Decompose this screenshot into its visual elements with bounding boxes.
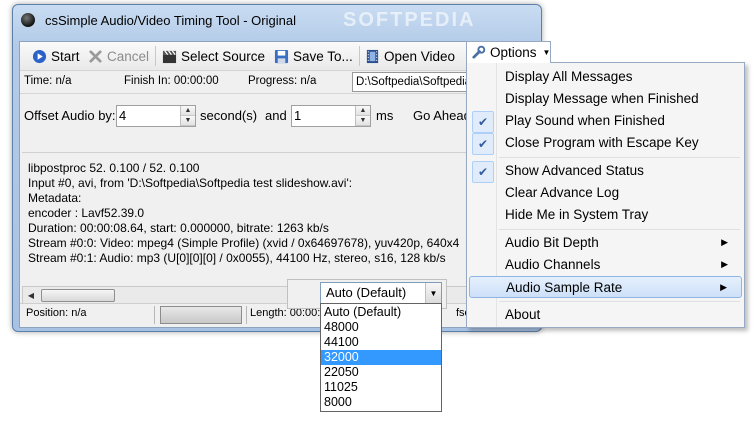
scroll-left-icon[interactable]: ◀ [23, 287, 39, 303]
select-source-label: Select Source [181, 48, 266, 64]
check-icon: ✔ [472, 111, 494, 133]
submenu-arrow-icon: ▶ [720, 282, 727, 292]
menu-item-audio-bit-depth[interactable]: Audio Bit Depth ▶ [469, 232, 742, 254]
menu-item-display-all-messages[interactable]: Display All Messages [469, 66, 742, 88]
finish-in-status: Finish In: 00:00:00 [124, 75, 219, 87]
status-row: Time: n/a Finish In: 00:00:00 Progress: … [20, 71, 536, 94]
app-bomb-icon [21, 13, 35, 27]
status-bar: Position: n/a Length: 00:00:08 fset is [20, 303, 536, 326]
start-button[interactable]: Start [32, 46, 80, 66]
seconds-label: second(s) [200, 108, 258, 123]
stepper-arrows[interactable]: ▲ ▼ [180, 106, 195, 126]
open-video-button[interactable]: Open Video ▼ [365, 46, 473, 66]
watermark: SOFTPEDIA [343, 9, 476, 31]
menu-item-audio-sample-rate[interactable]: Audio Sample Rate ▶ [469, 276, 742, 298]
floppy-disk-icon [274, 49, 289, 63]
menu-separator [499, 229, 740, 230]
offset-seconds-value: 4 [119, 108, 127, 123]
save-to-label: Save To... [293, 48, 353, 64]
options-menu-button[interactable]: Options ▼ [466, 41, 551, 63]
spin-down-icon[interactable]: ▼ [356, 116, 370, 126]
menu-separator [499, 301, 740, 302]
status-divider [154, 306, 155, 324]
spin-up-icon[interactable]: ▲ [356, 106, 370, 116]
options-menu: Display All Messages Display Message whe… [466, 62, 745, 328]
app-window: csSimple Audio/Video Timing Tool - Origi… [12, 4, 542, 332]
cancel-label: Cancel [107, 48, 150, 64]
window-title: csSimple Audio/Video Timing Tool - Origi… [45, 13, 296, 28]
cancel-button[interactable]: Cancel [88, 46, 149, 66]
spin-up-icon[interactable]: ▲ [181, 106, 195, 116]
toolbar: Start Cancel Select Source Save To... Op… [20, 42, 536, 71]
client-area: Start Cancel Select Source Save To... Op… [19, 41, 537, 328]
check-icon: ✔ [472, 161, 494, 183]
log-line: Stream #0:1: Audio: mp3 (U[0][0][0] / 0x… [28, 251, 446, 265]
menu-item-play-sound-when-finished[interactable]: ✔ Play Sound when Finished [469, 110, 742, 133]
menu-separator [499, 157, 740, 158]
progress-status: Progress: n/a [248, 75, 317, 87]
sample-rate-option[interactable]: 48000 [321, 320, 441, 335]
menu-item-close-program-with-escape[interactable]: ✔ Close Program with Escape Key [469, 132, 742, 155]
start-label: Start [51, 48, 80, 64]
sample-rate-option[interactable]: 32000 [321, 350, 441, 365]
position-status: Position: n/a [26, 307, 87, 319]
select-source-button[interactable]: Select Source [162, 46, 265, 66]
time-status: Time: n/a [24, 75, 72, 87]
chevron-down-icon: ▼ [542, 48, 551, 57]
offset-ms-stepper[interactable]: 1 ▲ ▼ [291, 105, 371, 127]
menu-item-clear-advance-log[interactable]: Clear Advance Log [469, 182, 742, 204]
sample-rate-options-list: Auto (Default) 48000 44100 32000 22050 1… [320, 303, 442, 412]
horizontal-scrollbar[interactable]: ◀ [22, 286, 536, 304]
open-video-label: Open Video [384, 48, 456, 64]
status-divider [246, 306, 247, 324]
sample-rate-option[interactable]: 11025 [321, 380, 441, 395]
toolbar-separator [359, 46, 360, 66]
and-label: and [265, 108, 287, 123]
ms-label: ms [376, 108, 394, 123]
submenu-arrow-icon: ▶ [721, 237, 728, 247]
menu-item-about[interactable]: About [469, 304, 742, 326]
spin-down-icon[interactable]: ▼ [181, 116, 195, 126]
menu-item-hide-in-system-tray[interactable]: Hide Me in System Tray [469, 204, 742, 226]
options-label: Options [490, 45, 537, 60]
start-icon [32, 49, 47, 63]
log-line: Input #0, avi, from 'D:\Softpedia\Softpe… [28, 176, 353, 190]
offset-seconds-stepper[interactable]: 4 ▲ ▼ [116, 105, 196, 127]
log-line: encoder : Lavf52.39.0 [28, 206, 145, 220]
stepper-arrows[interactable]: ▲ ▼ [355, 106, 370, 126]
log-line: Duration: 00:00:08.64, start: 0.000000, … [28, 221, 329, 235]
sample-rate-option[interactable]: 22050 [321, 365, 441, 380]
cancel-icon [89, 49, 102, 63]
menu-item-audio-channels[interactable]: Audio Channels ▶ [469, 254, 742, 276]
sample-rate-selected: Auto (Default) [326, 285, 407, 300]
clapperboard-icon [162, 50, 177, 63]
offset-row: Offset Audio by: 4 ▲ ▼ second(s) and 1 ▲ ▼… [20, 94, 536, 150]
go-ahead-button[interactable]: Go Ahead [413, 108, 471, 123]
title-bar[interactable]: csSimple Audio/Video Timing Tool - Origi… [13, 5, 541, 37]
submenu-arrow-icon: ▶ [721, 259, 728, 269]
toolbar-separator [155, 46, 156, 66]
menu-item-show-advanced-status[interactable]: ✔ Show Advanced Status [469, 160, 742, 183]
sample-rate-option[interactable]: Auto (Default) [321, 305, 441, 320]
sample-rate-option[interactable]: 44100 [321, 335, 441, 350]
log-line: Stream #0:0: Video: mpeg4 (Simple Profil… [28, 236, 460, 250]
log-line: Metadata: [28, 191, 82, 205]
wrench-icon [472, 45, 486, 59]
progress-bar [160, 306, 242, 324]
menu-item-display-message-when-finished[interactable]: Display Message when Finished [469, 88, 742, 110]
log-line: libpostproc 52. 0.100 / 52. 0.100 [28, 161, 200, 175]
sample-rate-select[interactable]: Auto (Default) ▼ [320, 282, 442, 304]
save-to-button[interactable]: Save To... [274, 46, 353, 66]
sample-rate-option[interactable]: 8000 [321, 395, 441, 410]
check-icon: ✔ [472, 133, 494, 155]
offset-label: Offset Audio by: [24, 108, 116, 123]
offset-ms-value: 1 [294, 108, 302, 123]
log-output: libpostproc 52. 0.100 / 52. 0.100 Input … [22, 152, 534, 287]
scroll-thumb[interactable] [41, 289, 115, 302]
film-icon [366, 49, 379, 63]
chevron-down-icon[interactable]: ▼ [425, 283, 441, 303]
